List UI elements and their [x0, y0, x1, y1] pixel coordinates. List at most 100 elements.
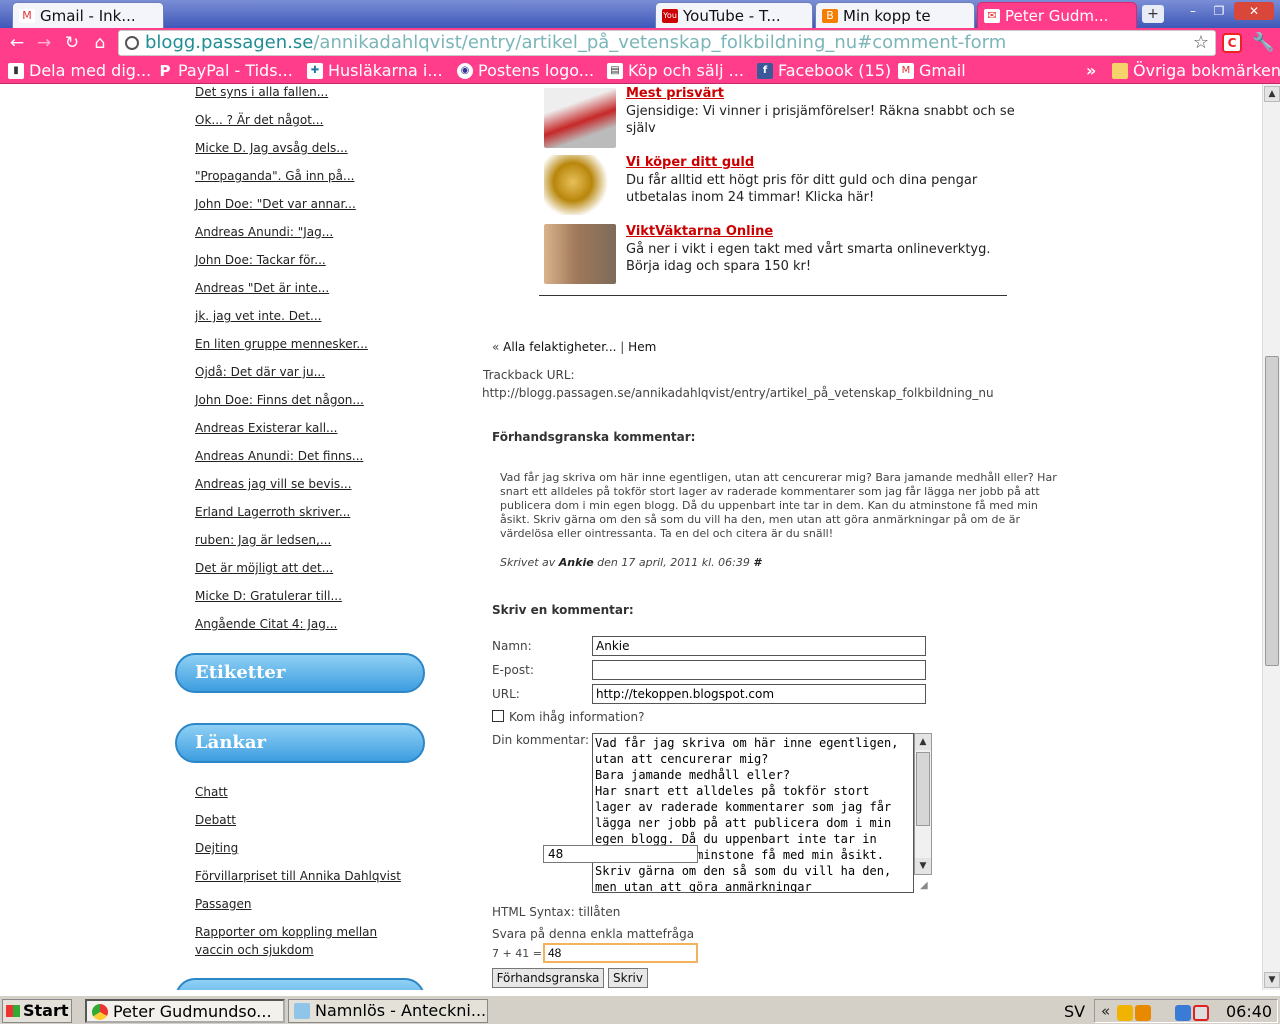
tray-expand-icon[interactable]: « — [1101, 1002, 1110, 1020]
math-answer-field[interactable] — [543, 943, 698, 963]
forward-arrow-icon[interactable]: → — [33, 32, 55, 54]
sidebar-link-chatt[interactable]: Chatt — [195, 785, 228, 799]
sidebar-link-passagen[interactable]: Passagen — [195, 897, 252, 911]
ad-title[interactable]: ViktVäktarna Online — [626, 224, 773, 239]
scroll-up-arrow-icon[interactable]: ▲ — [1264, 86, 1280, 102]
scroll-thumb[interactable] — [1265, 356, 1279, 666]
restore-button[interactable]: ❐ — [1208, 2, 1230, 20]
prev-marker: « — [492, 340, 500, 354]
recent-comment-link[interactable]: Det är möjligt att det... — [195, 561, 333, 575]
wrench-icon[interactable]: 🔧 — [1252, 32, 1274, 53]
back-arrow-icon[interactable]: ← — [6, 32, 28, 54]
tab-youtube[interactable]: You YouTube - T... — [655, 2, 813, 28]
post-navigation: « Alla felaktigheter... | Hem — [492, 340, 656, 354]
other-bookmarks-label: Övriga bokmärken — [1133, 61, 1280, 80]
recent-comment-link[interactable]: En liten gruppe mennesker... — [195, 337, 368, 351]
bookmark-dela[interactable]: ▮ Dela med dig... — [8, 61, 151, 80]
minimize-button[interactable]: – — [1182, 2, 1204, 20]
task-notepad[interactable]: Namnlös - Anteckni... — [288, 999, 488, 1023]
author-link[interactable]: Ankie — [559, 556, 594, 569]
start-label: Start — [23, 1001, 69, 1020]
prev-post-link[interactable]: Alla felaktigheter... — [503, 340, 616, 354]
ad-item[interactable]: Mest prisvärt Gjensidige: Vi vinner i pr… — [544, 86, 1015, 150]
new-tab-button[interactable]: + — [1142, 5, 1164, 23]
resize-grip-icon[interactable]: ◢ — [920, 880, 928, 891]
recent-comment-link[interactable]: Andreas Existerar kall... — [195, 421, 338, 435]
sidebar-link-rapporter[interactable]: Rapporter om koppling mellan — [195, 925, 377, 939]
preview-heading: Förhandsgranska kommentar: — [492, 430, 696, 444]
url-field[interactable] — [592, 684, 926, 704]
ad-title[interactable]: Vi köper ditt guld — [626, 155, 754, 170]
permalink[interactable]: # — [753, 556, 761, 569]
start-button[interactable]: Start — [2, 999, 72, 1023]
bookmark-gmail[interactable]: M Gmail — [898, 61, 966, 80]
recent-comment-link[interactable]: Andreas jag vill se bevis... — [195, 477, 352, 491]
recent-comment-link[interactable]: Erland Lagerroth skriver... — [195, 505, 350, 519]
nav-separator: | — [620, 340, 625, 354]
tab-peter-gudm[interactable]: ✉ Peter Gudm... — [977, 2, 1137, 28]
task-browser[interactable]: Peter Gudmundso... — [85, 999, 285, 1023]
reload-icon[interactable]: ↻ — [61, 32, 83, 54]
recent-comment-link[interactable]: Andreas Anundi: "Jag... — [195, 225, 333, 239]
sidebar-link-dejting[interactable]: Dejting — [195, 841, 238, 855]
extension-icon[interactable]: C — [1222, 33, 1242, 53]
sidebar-link-debatt[interactable]: Debatt — [195, 813, 236, 827]
recent-comment-link[interactable]: Andreas "Det är inte... — [195, 281, 329, 295]
ad-item[interactable]: Vi köper ditt guld Du får alltid ett hög… — [544, 155, 1014, 219]
math-question: 7 + 41 = — [492, 947, 542, 960]
scroll-up-arrow-icon[interactable]: ▲ — [915, 734, 931, 750]
sidebar-link-forvillarpriset[interactable]: Förvillarpriset till Annika Dahlqvist — [195, 869, 401, 883]
bookmark-facebook[interactable]: f Facebook (15) — [757, 61, 891, 80]
preview-button[interactable]: Förhandsgranska — [492, 968, 604, 988]
close-window-button[interactable]: ✕ — [1234, 2, 1274, 20]
recent-comment-link[interactable]: John Doe: Tackar för... — [195, 253, 326, 267]
recent-comment-link[interactable]: ruben: Jag är ledsen,... — [195, 533, 331, 547]
bookmark-huslakarna[interactable]: ✚ Husläkarna i... — [307, 61, 443, 80]
name-field[interactable] — [592, 636, 926, 656]
recent-comment-link[interactable]: jk. jag vet inte. Det... — [195, 309, 321, 323]
email-field[interactable] — [592, 660, 926, 680]
recent-comment-link[interactable]: John Doe: "Det var annar... — [195, 197, 356, 211]
home-link[interactable]: Hem — [628, 340, 656, 354]
recent-comment-link[interactable]: "Propaganda". Gå inn på... — [195, 169, 354, 183]
bookmark-kop-och-salj[interactable]: ▤ Köp och sälj ... — [607, 61, 744, 80]
ad-divider — [539, 295, 1007, 296]
recent-comment-link[interactable]: Ojdå: Det där var ju... — [195, 365, 325, 379]
messenger-icon[interactable] — [1117, 1005, 1133, 1021]
notepad-icon — [294, 1003, 310, 1019]
scroll-down-arrow-icon[interactable]: ▼ — [915, 858, 931, 874]
comment-form-heading: Skriv en kommentar: — [492, 603, 634, 617]
other-bookmarks[interactable]: Övriga bokmärken — [1112, 61, 1280, 80]
recent-comment-link[interactable]: Micke D: Gratulerar till... — [195, 589, 342, 603]
recent-comment-link[interactable]: Micke D. Jag avsåg dels... — [195, 141, 348, 155]
ad-title[interactable]: Mest prisvärt — [626, 86, 724, 101]
volume-muted-icon[interactable] — [1193, 1005, 1209, 1021]
remember-checkbox[interactable] — [492, 710, 504, 722]
page-scrollbar[interactable]: ▲ ▼ — [1262, 84, 1280, 990]
home-icon[interactable]: ⌂ — [89, 32, 111, 54]
comment-textarea[interactable]: Vad får jag skriva om här inne egentlige… — [592, 733, 914, 893]
recent-comment-link[interactable]: Ok... ? Är det något... — [195, 113, 323, 127]
recent-comment-link[interactable]: Andreas Anundi: Det finns... — [195, 449, 363, 463]
recent-comment-link[interactable]: Det syns i alla fallen... — [195, 85, 328, 99]
scroll-thumb[interactable] — [916, 752, 930, 826]
bookmark-label: Postens logo... — [478, 61, 595, 80]
bookmarks-overflow-button[interactable]: » — [1086, 61, 1096, 80]
autocomplete-suggestion[interactable]: 48 — [543, 845, 698, 863]
recent-comment-link[interactable]: Angående Citat 4: Jag... — [195, 617, 337, 631]
language-indicator[interactable]: SV — [1064, 1002, 1085, 1021]
alert-icon[interactable] — [1135, 1005, 1151, 1021]
tab-min-kopp-te[interactable]: B Min kopp te — [815, 2, 975, 28]
star-icon[interactable]: ☆ — [1193, 31, 1209, 55]
submit-button[interactable]: Skriv — [608, 968, 648, 988]
recent-comment-link[interactable]: John Doe: Finns det någon... — [195, 393, 364, 407]
bookmark-posten[interactable]: ◉ Postens logo... — [457, 61, 594, 80]
scroll-down-arrow-icon[interactable]: ▼ — [1264, 972, 1280, 988]
comment-scrollbar[interactable]: ▲ ▼ — [914, 733, 932, 875]
sidebar-link-rapporter-cont[interactable]: vaccin och sjukdom — [195, 943, 314, 957]
address-bar[interactable]: blogg.passagen.se/annikadahlqvist/entry/… — [118, 30, 1216, 56]
tab-gmail[interactable]: M Gmail - Ink... — [12, 2, 164, 28]
network-icon[interactable] — [1175, 1005, 1191, 1021]
ad-item[interactable]: ViktVäktarna Online Gå ner i vikt i egen… — [544, 224, 1014, 288]
bookmark-paypal[interactable]: P PayPal - Tids... — [157, 61, 293, 80]
